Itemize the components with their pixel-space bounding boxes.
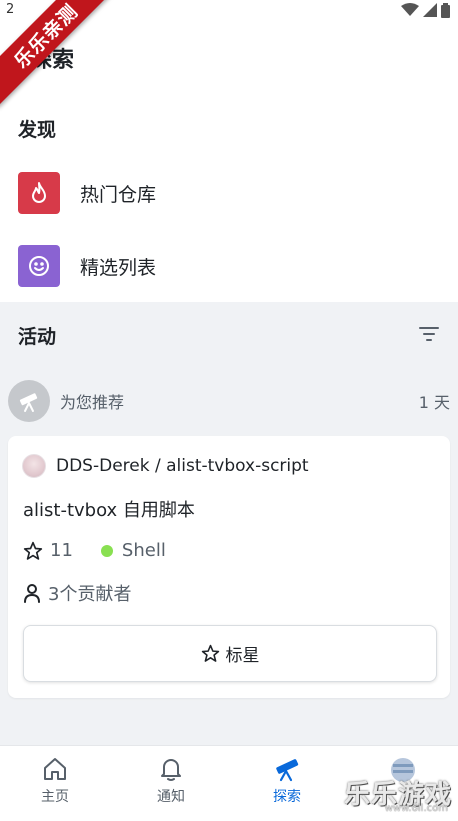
nav-explore[interactable]: 探索 bbox=[242, 756, 332, 806]
avatar bbox=[22, 454, 46, 478]
star-button[interactable]: 标星 bbox=[23, 625, 437, 682]
telescope-icon bbox=[8, 380, 50, 422]
star-icon bbox=[201, 644, 219, 662]
nav-label: 主页 bbox=[41, 789, 69, 805]
contributors-row: 3个贡献者 bbox=[23, 580, 131, 606]
nav-label: 探索 bbox=[273, 789, 301, 805]
star-count: 11 bbox=[50, 540, 73, 561]
language-color-dot bbox=[100, 544, 113, 557]
recommendation-row: 为您推荐 1 天 bbox=[8, 380, 450, 422]
star-icon bbox=[23, 541, 43, 560]
nav-home[interactable]: 主页 bbox=[10, 756, 100, 806]
recommendation-label: 为您推荐 bbox=[60, 393, 125, 412]
discover-section-title: 发现 bbox=[18, 119, 57, 141]
star-button-label: 标星 bbox=[225, 646, 260, 666]
activity-section: 活动 为您推荐 1 天 DDS-Derek / alist-tvbox-scri… bbox=[0, 302, 458, 745]
nav-notifications[interactable]: 通知 bbox=[126, 756, 216, 806]
smiley-icon bbox=[18, 245, 60, 287]
activity-section-title: 活动 bbox=[18, 326, 57, 348]
repo-language: Shell bbox=[121, 540, 166, 561]
signal-icon bbox=[423, 3, 437, 17]
repo-description: alist-tvbox 自用脚本 bbox=[23, 500, 195, 521]
menu-item-trending-repos[interactable]: 热门仓库 bbox=[18, 172, 156, 214]
home-icon bbox=[44, 758, 66, 780]
flame-icon bbox=[18, 172, 60, 214]
repo-meta: 11 Shell bbox=[23, 540, 166, 561]
menu-item-label: 精选列表 bbox=[80, 256, 157, 279]
repo-header: DDS-Derek / alist-tvbox-script bbox=[22, 454, 309, 478]
nav-label: 通知 bbox=[157, 789, 185, 805]
bell-icon bbox=[161, 759, 181, 781]
menu-item-label: 热门仓库 bbox=[80, 183, 157, 206]
person-icon bbox=[24, 584, 40, 603]
watermark-url: www.6ll.com bbox=[384, 803, 448, 814]
status-icons bbox=[401, 2, 450, 18]
repo-card[interactable]: DDS-Derek / alist-tvbox-script alist-tvb… bbox=[8, 436, 450, 698]
battery-icon bbox=[441, 2, 450, 18]
status-time: 2 bbox=[6, 2, 15, 17]
menu-item-featured-lists[interactable]: 精选列表 bbox=[18, 245, 156, 287]
filter-button[interactable] bbox=[416, 322, 442, 346]
repo-name[interactable]: DDS-Derek / alist-tvbox-script bbox=[56, 456, 309, 476]
filter-icon bbox=[419, 327, 439, 341]
contributors-count: 3个贡献者 bbox=[48, 584, 132, 605]
telescope-icon bbox=[276, 759, 299, 782]
wifi-icon bbox=[401, 3, 419, 16]
recommendation-time: 1 天 bbox=[418, 393, 450, 412]
